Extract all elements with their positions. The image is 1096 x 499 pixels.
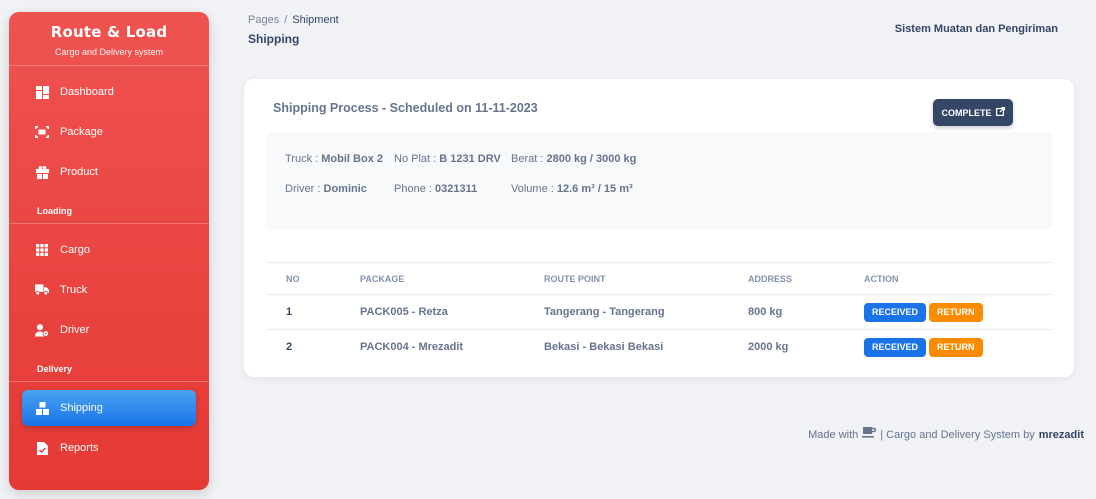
header-route-point: ROUTE POINT [544, 262, 748, 295]
shipping-table: NO PACKAGE ROUTE POINT ADDRESS ACTION 1 … [266, 262, 1052, 365]
package-icon [35, 125, 49, 139]
cell-route: Bekasi - Bekasi Bekasi [544, 341, 664, 354]
grid-icon [35, 243, 49, 257]
sidebar-item-shipping[interactable]: Shipping [22, 390, 196, 426]
sidebar-item-product[interactable]: Product [22, 154, 196, 190]
weight-value: 2800 kg / 3000 kg [546, 153, 637, 165]
header-package: PACKAGE [360, 262, 544, 295]
return-button[interactable]: RETURN [929, 337, 983, 357]
section-loading: Loading [37, 206, 72, 216]
sidebar-item-label: Driver [60, 324, 90, 336]
table-row: 2 PACK004 - Mrezadit Bekasi - Bekasi Bek… [266, 330, 1052, 365]
received-button[interactable]: RECEIVED [864, 302, 927, 322]
header-no: NO [266, 262, 360, 295]
table-row: 1 PACK005 - Retza Tangerang - Tangerang … [266, 294, 1052, 330]
truck-icon [35, 283, 49, 297]
section-delivery: Delivery [37, 364, 73, 374]
footer: Made with | Cargo and Delivery System by… [808, 427, 1084, 442]
weight-info: Berat : 2800 kg / 3000 kg [511, 153, 636, 165]
sidebar-item-label: Reports [60, 442, 99, 454]
phone-label: Phone : [394, 183, 435, 195]
sidebar-item-dashboard[interactable]: Dashboard [22, 74, 196, 110]
header-action: ACTION [864, 262, 1052, 295]
sidebar-item-label: Shipping [60, 402, 103, 414]
complete-label: COMPLETE [941, 107, 992, 118]
volume-value: 12.6 m³ / 15 m³ [556, 183, 633, 195]
cell-address: 2000 kg [748, 341, 789, 354]
breadcrumb-root[interactable]: Pages [248, 14, 279, 26]
sidebar-item-package[interactable]: Package [22, 114, 196, 150]
divider [9, 381, 209, 382]
plate-label: No Plat : [394, 153, 440, 165]
received-button[interactable]: RECEIVED [864, 337, 927, 357]
cell-action: RECEIVED RETURN [864, 330, 1052, 365]
sidebar-item-label: Product [60, 166, 98, 178]
truck-info: Truck : Mobil Box 2 [285, 153, 383, 165]
breadcrumb: Pages / Shipment [248, 14, 339, 26]
footer-text: | Cargo and Delivery System by [880, 428, 1035, 441]
sidebar: Route & Load Cargo and Delivery system D… [9, 12, 209, 490]
cell-action: RECEIVED RETURN [864, 294, 1052, 330]
page-title: Shipping [248, 32, 300, 46]
system-title: Sistem Muatan dan Pengiriman [894, 23, 1058, 35]
sidebar-item-driver[interactable]: Driver [22, 312, 196, 348]
truck-value: Mobil Box 2 [321, 153, 383, 165]
sidebar-item-cargo[interactable]: Cargo [22, 232, 196, 268]
volume-label: Volume : [511, 183, 557, 195]
brand[interactable]: Route & Load Cargo and Delivery system [9, 12, 209, 66]
return-button[interactable]: RETURN [929, 302, 983, 322]
cell-address: 800 kg [748, 294, 864, 330]
volume-info: Volume : 12.6 m³ / 15 m³ [511, 183, 633, 195]
sidebar-item-label: Dashboard [60, 86, 114, 98]
weight-label: Berat : [511, 153, 547, 165]
breadcrumb-current: Shipment [292, 14, 339, 26]
phone-info: Phone : 0321311 [394, 183, 477, 195]
product-icon [35, 165, 49, 179]
cell-no: 2 [286, 341, 293, 354]
shipping-card: Shipping Process - Scheduled on 11-11-20… [244, 79, 1074, 377]
divider [9, 223, 209, 224]
dashboard-icon [35, 85, 49, 99]
sidebar-item-label: Package [60, 126, 103, 138]
driver-value: Dominic [323, 183, 367, 195]
sidebar-item-reports[interactable]: Reports [22, 430, 196, 466]
breadcrumb-separator: / [284, 14, 288, 26]
cell-no: 1 [266, 294, 360, 330]
cell-route: Tangerang - Tangerang [544, 294, 748, 330]
sidebar-item-label: Cargo [60, 244, 90, 256]
plate-value: B 1231 DRV [439, 153, 501, 165]
driver-icon [35, 323, 49, 337]
header-address: ADDRESS [748, 262, 864, 295]
brand-subtitle: Cargo and Delivery system [54, 47, 164, 57]
footer-author[interactable]: mrezadit [1039, 429, 1084, 441]
report-icon [35, 441, 49, 455]
complete-button[interactable]: COMPLETE [933, 99, 1013, 126]
sidebar-item-truck[interactable]: Truck [22, 272, 196, 308]
phone-value: 0321311 [434, 183, 478, 195]
plate-info: No Plat : B 1231 DRV [394, 153, 501, 165]
sidebar-item-label: Truck [60, 284, 88, 296]
shipping-icon [35, 401, 49, 415]
footer-made-with: Made with [808, 428, 859, 441]
cell-package: PACK004 - Mrezadit [360, 341, 464, 354]
coffee-icon [862, 427, 877, 442]
shipping-title: Shipping Process - Scheduled on 11-11-20… [273, 101, 538, 115]
brand-title: Route & Load [50, 23, 168, 41]
shipment-info-panel: Truck : Mobil Box 2 No Plat : B 1231 DRV… [266, 132, 1052, 230]
table-header-row: NO PACKAGE ROUTE POINT ADDRESS ACTION [266, 262, 1052, 295]
driver-label: Driver : [285, 183, 324, 195]
truck-label: Truck : [285, 153, 322, 165]
cell-package: PACK005 - Retza [360, 294, 544, 330]
driver-info: Driver : Dominic [285, 183, 367, 195]
external-link-icon [995, 107, 1005, 118]
